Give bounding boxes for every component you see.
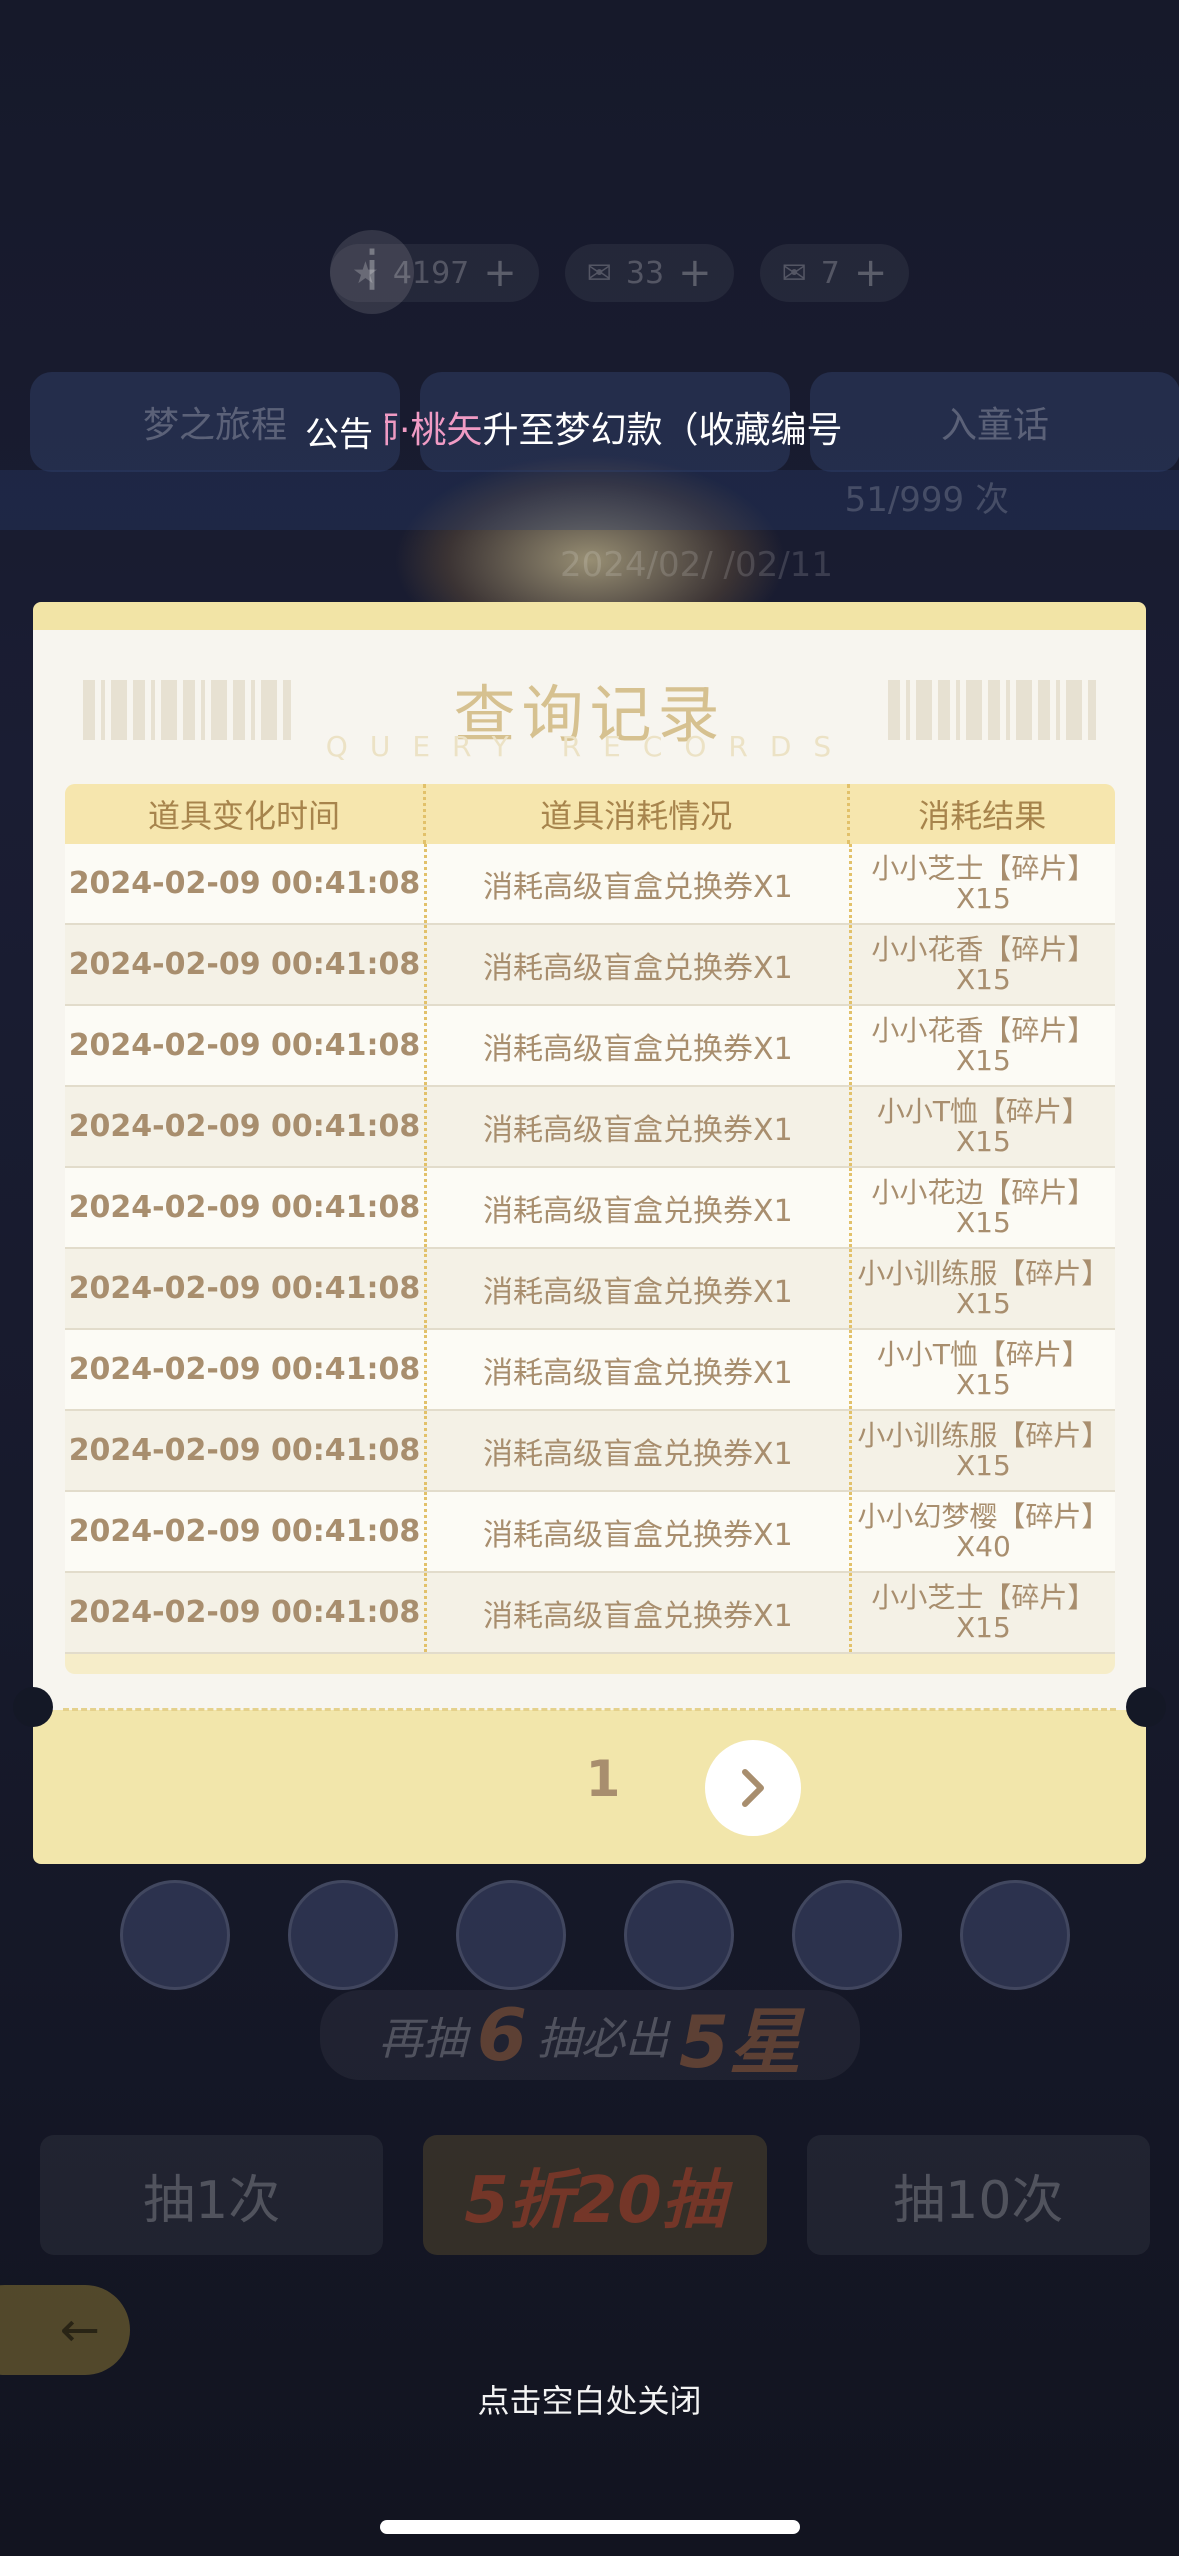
avatar [120, 1880, 230, 1990]
character-avatars [120, 1880, 1070, 2000]
table-row: 2024-02-09 00:41:08 消耗高级盲盒兑换券X1 小小T恤【碎片】… [65, 1330, 1115, 1411]
avatar [288, 1880, 398, 1990]
cell-consumption: 消耗高级盲盒兑换券X1 [423, 1573, 849, 1652]
cell-time: 2024-02-09 00:41:08 [68, 1595, 421, 1630]
table-row: 2024-02-09 00:41:08 消耗高级盲盒兑换券X1 小小芝士【碎片】… [65, 1573, 1115, 1654]
cell-result: 小小花边【碎片】X15 [848, 1168, 1115, 1247]
announcement-highlight: 师·桃矢 [385, 410, 483, 451]
cell-consumption: 消耗高级盲盒兑换券X1 [423, 1330, 849, 1409]
column-header-time: 道具变化时间 [147, 797, 340, 835]
cell-result: 小小花香【碎片】X15 [848, 925, 1115, 1004]
currency-coupon: ✉ 7 + [759, 244, 910, 302]
currency-bar: ★ 4197 + ✉ 33 + ✉ 7 + [330, 238, 1160, 308]
cell-result: 小小训练服【碎片】X15 [848, 1249, 1115, 1328]
cell-consumption: 消耗高级盲盒兑换券X1 [423, 1411, 849, 1490]
draw-once-button: 抽1次 [40, 2135, 384, 2255]
cell-consumption: 消耗高级盲盒兑换券X1 [423, 1087, 849, 1166]
cell-consumption: 消耗高级盲盒兑换券X1 [423, 1492, 849, 1571]
announcement-text: 升至梦幻款（收藏编号 [482, 410, 843, 451]
currency-ticket: ✉ 33 + [564, 244, 734, 302]
back-button: ← [0, 2285, 130, 2375]
add-icon: + [483, 250, 517, 296]
announcement-label: 公告 [305, 414, 373, 455]
ticket-icon: ✉ [586, 255, 612, 291]
table-row: 2024-02-09 00:41:08 消耗高级盲盒兑换券X1 小小训练服【碎片… [65, 1249, 1115, 1330]
cell-result: 小小幻梦樱【碎片】X40 [848, 1492, 1115, 1571]
dialog-subtitle: QUERY RECORDS [325, 730, 854, 763]
page-number: 1 [585, 1750, 621, 1808]
cell-time: 2024-02-09 00:41:08 [68, 1514, 421, 1549]
column-header-consumption: 道具消耗情况 [422, 784, 847, 844]
event-dates: 2024/02/ /02/11 [560, 545, 833, 585]
cell-time: 2024-02-09 00:41:08 [68, 1433, 421, 1468]
table-row: 2024-02-09 00:41:08 消耗高级盲盒兑换券X1 小小训练服【碎片… [65, 1411, 1115, 1492]
guarantee-banner: 再抽 6 抽必出 5星 [320, 1990, 860, 2084]
draw-count: 51/999 次 [0, 470, 1179, 530]
add-icon: + [853, 250, 888, 296]
cell-time: 2024-02-09 00:41:08 [68, 1028, 421, 1063]
table-row: 2024-02-09 00:41:08 消耗高级盲盒兑换券X1 小小花香【碎片】… [65, 1006, 1115, 1087]
cell-result: 小小花香【碎片】X15 [848, 1006, 1115, 1085]
cell-consumption: 消耗高级盲盒兑换券X1 [423, 844, 849, 923]
table-row: 2024-02-09 00:41:08 消耗高级盲盒兑换券X1 小小幻梦樱【碎片… [65, 1492, 1115, 1573]
table-row: 2024-02-09 00:41:08 消耗高级盲盒兑换券X1 小小花香【碎片】… [65, 925, 1115, 1006]
cell-result: 小小T恤【碎片】X15 [848, 1087, 1115, 1166]
close-hint[interactable]: 点击空白处关闭 [0, 2376, 1179, 2422]
query-records-dialog: 查询记录 QUERY RECORDS 道具变化时间 道具消耗情况 消耗结果 20… [13, 602, 1166, 1864]
announcement-bar: 公告 师·桃矢升至梦幻款（收藏编号 [0, 400, 1179, 462]
cell-time: 2024-02-09 00:41:08 [68, 1109, 421, 1144]
avatar [456, 1880, 566, 1990]
draw-discount-button: 5折20抽 [423, 2135, 767, 2255]
cell-consumption: 消耗高级盲盒兑换券X1 [423, 925, 849, 1004]
announcement-marquee: 师·桃矢升至梦幻款（收藏编号 [385, 400, 885, 462]
cell-time: 2024-02-09 00:41:08 [68, 1352, 421, 1387]
star-icon: ★ [352, 255, 379, 291]
cell-consumption: 消耗高级盲盒兑换券X1 [423, 1249, 849, 1328]
table-header: 道具变化时间 道具消耗情况 消耗结果 [65, 784, 1115, 844]
draw-ten-button: 抽10次 [806, 2135, 1150, 2255]
cell-time: 2024-02-09 00:41:08 [68, 866, 421, 901]
cell-time: 2024-02-09 00:41:08 [68, 1271, 421, 1306]
cell-result: 小小T恤【碎片】X15 [848, 1330, 1115, 1409]
dialog-top-band [33, 602, 1146, 630]
records-table: 道具变化时间 道具消耗情况 消耗结果 2024-02-09 00:41:08 消… [65, 784, 1115, 1674]
cell-time: 2024-02-09 00:41:08 [68, 947, 421, 982]
avatar [792, 1880, 902, 1990]
ticket-notch-left [13, 1687, 53, 1727]
cell-consumption: 消耗高级盲盒兑换券X1 [423, 1168, 849, 1247]
draw-buttons: 抽1次 5折20抽 抽10次 [40, 2135, 1150, 2255]
table-row: 2024-02-09 00:41:08 消耗高级盲盒兑换券X1 小小芝士【碎片】… [65, 844, 1115, 925]
cell-result: 小小训练服【碎片】X15 [848, 1411, 1115, 1490]
perforation-divider [63, 1708, 1116, 1711]
back-arrow-icon: ← [59, 2302, 100, 2358]
currency-star: ★ 4197 + [330, 244, 539, 302]
add-icon: + [678, 250, 712, 296]
table-row: 2024-02-09 00:41:08 消耗高级盲盒兑换券X1 小小T恤【碎片】… [65, 1087, 1115, 1168]
cell-time: 2024-02-09 00:41:08 [68, 1190, 421, 1225]
avatar [960, 1880, 1070, 1990]
home-indicator[interactable] [380, 2520, 800, 2534]
cell-result: 小小芝士【碎片】X15 [848, 844, 1115, 923]
column-header-result: 消耗结果 [846, 784, 1115, 844]
coupon-icon: ✉ [781, 255, 807, 291]
chevron-right-icon [742, 1769, 764, 1807]
ticket-notch-right [1126, 1687, 1166, 1727]
avatar [624, 1880, 734, 1990]
table-row: 2024-02-09 00:41:08 消耗高级盲盒兑换券X1 小小花边【碎片】… [65, 1168, 1115, 1249]
cell-result: 小小芝士【碎片】X15 [848, 1573, 1115, 1652]
next-page-button[interactable] [705, 1740, 801, 1836]
cell-consumption: 消耗高级盲盒兑换券X1 [423, 1006, 849, 1085]
